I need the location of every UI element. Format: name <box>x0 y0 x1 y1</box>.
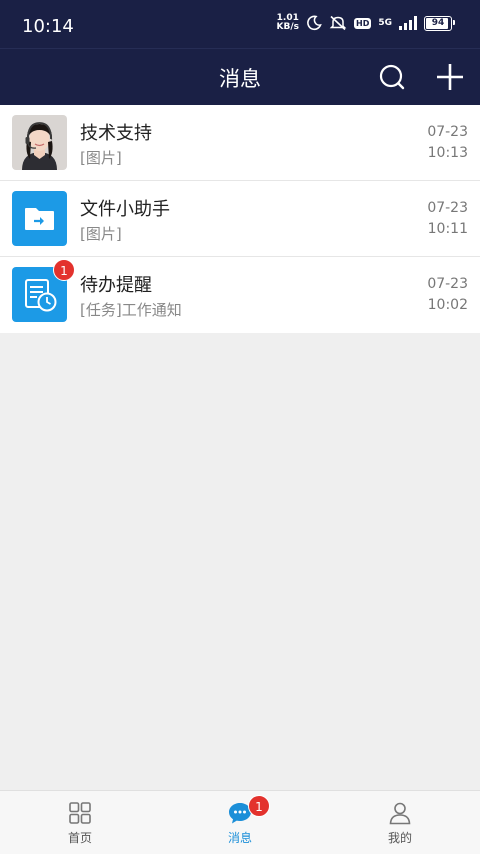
avatar <box>12 115 67 170</box>
status-bar: 10:14 1.01 KB/s HD 5G 94 <box>0 0 480 48</box>
tab-messages[interactable]: 1 消息 <box>160 791 320 854</box>
conversation-name: 待办提醒 <box>80 275 152 296</box>
add-button[interactable] <box>434 61 466 93</box>
user-icon <box>389 802 411 825</box>
signal-icon <box>399 16 417 30</box>
plus-icon <box>437 64 463 90</box>
network-speed: 1.01 KB/s <box>277 14 299 32</box>
status-time: 10:14 <box>22 16 74 37</box>
search-button[interactable] <box>376 61 408 93</box>
conversation-item[interactable]: 1 待办提醒 [任务]工作通知 07-23 10:02 <box>0 257 480 333</box>
tab-home[interactable]: 首页 <box>0 791 160 854</box>
battery-level: 94 <box>431 18 445 28</box>
folder-arrow-icon <box>25 208 54 230</box>
battery-icon: 94 <box>424 15 455 31</box>
conversation-date: 07-23 <box>427 200 468 216</box>
unread-badge: 1 <box>53 259 75 281</box>
status-icons: 1.01 KB/s HD 5G 94 <box>277 14 455 32</box>
conversation-item[interactable]: 文件小助手 [图片] 07-23 10:11 <box>0 181 480 257</box>
app-header: 消息 <box>0 48 480 105</box>
page-title: 消息 <box>219 67 261 91</box>
conversation-list: 技术支持 [图片] 07-23 10:13 文件小助手 [图片] 07-23 1… <box>0 105 480 333</box>
tab-messages-label: 消息 <box>227 831 252 845</box>
tab-home-label: 首页 <box>67 831 92 845</box>
conversation-name: 文件小助手 <box>80 199 170 220</box>
avatar <box>12 191 67 246</box>
network-speed-unit: KB/s <box>276 22 299 32</box>
tab-me-label: 我的 <box>387 831 412 845</box>
network-type: 5G <box>378 18 392 28</box>
conversation-name: 技术支持 <box>80 123 152 144</box>
conversation-preview: [任务]工作通知 <box>80 301 182 319</box>
conversation-preview: [图片] <box>80 149 122 167</box>
conversation-preview: [图片] <box>80 225 122 243</box>
conversation-date: 07-23 <box>427 124 468 140</box>
conversation-time: 10:11 <box>427 221 468 237</box>
bottom-tab-bar: 首页 1 消息 我的 <box>0 790 480 854</box>
grid-icon <box>69 802 91 824</box>
tab-me[interactable]: 我的 <box>320 791 480 854</box>
conversation-date: 07-23 <box>427 276 468 292</box>
mute-icon <box>329 15 347 31</box>
person-avatar-icon <box>12 115 67 170</box>
conversation-time: 10:02 <box>427 297 468 313</box>
search-icon <box>379 64 405 90</box>
conversation-item[interactable]: 技术支持 [图片] 07-23 10:13 <box>0 105 480 181</box>
messages-unread-badge: 1 <box>248 795 270 817</box>
hd-badge: HD <box>354 17 372 29</box>
moon-icon <box>307 15 322 31</box>
conversation-time: 10:13 <box>427 145 468 161</box>
